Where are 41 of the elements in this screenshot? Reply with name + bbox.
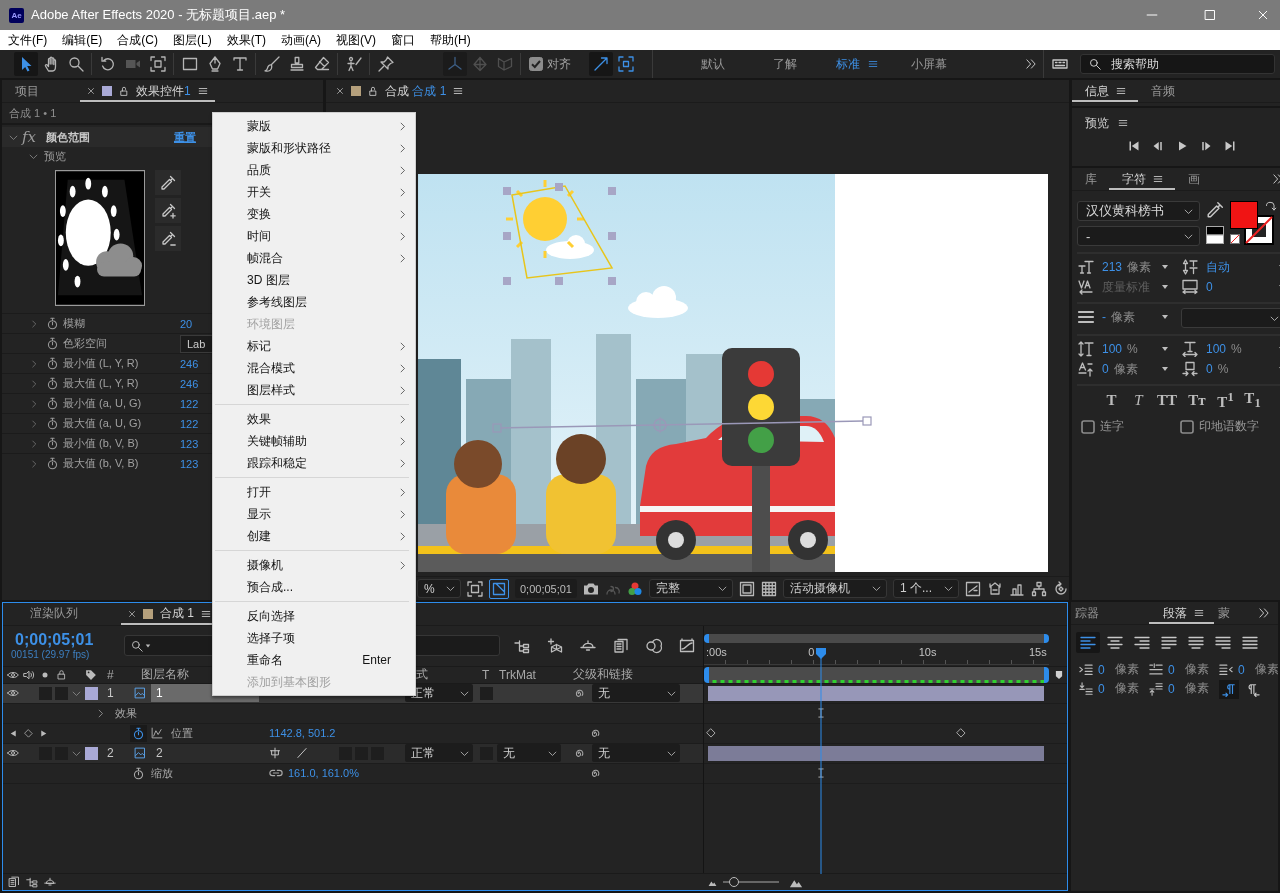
property-label: 最大值 (a, U, G): [63, 417, 142, 429]
window-title: Adobe After Effects 2020 - 无标题项目.aep *: [31, 6, 286, 24]
unit-label: 像素: [1114, 680, 1139, 697]
unit-label: %: [1127, 342, 1138, 356]
property-label: 最小值 (L, Y, R): [63, 357, 139, 369]
unit-label: 像素: [1127, 258, 1152, 276]
property-label: 最小值 (b, V, B): [63, 437, 139, 449]
column-header: 父级和链接: [572, 666, 633, 684]
time-label: 15s: [1029, 645, 1047, 658]
property-label: 最大值 (b, V, B): [63, 457, 139, 469]
layer-path-label: 合成 1 • 1: [9, 105, 57, 121]
layer-number: 2: [107, 746, 114, 761]
fx-label: fx: [22, 128, 37, 146]
unit-label: 像素: [1184, 680, 1209, 697]
property-label: 模糊: [63, 317, 85, 329]
unit-label: 像素: [1113, 360, 1138, 378]
app-logo: Ae: [9, 7, 24, 23]
frame-rate-label: 00151 (29.97 fps): [11, 649, 90, 661]
shortcut-label: Enter: [362, 653, 391, 667]
unit-label: 像素: [1111, 308, 1135, 326]
time-label: 10s: [918, 645, 937, 658]
effect-name: 颜色范围: [46, 129, 91, 145]
column-header: T: [481, 667, 490, 682]
unit-label: 像素: [1254, 661, 1278, 678]
column-header: 式: [415, 667, 428, 682]
property-label: 缩放: [151, 765, 173, 781]
unit-label: 像素: [1184, 661, 1209, 678]
preview-label: 预览: [44, 148, 66, 164]
column-header: TrkMat: [498, 667, 536, 682]
unit-label: %: [1231, 342, 1242, 356]
layer-number: 1: [107, 686, 114, 701]
property-label: 最小值 (a, U, G): [63, 397, 142, 409]
panel-title: 预览: [1085, 114, 1109, 132]
property-label: 最大值 (L, Y, R): [63, 377, 139, 389]
property-label: 位置: [171, 725, 193, 741]
unit-label: 像素: [1114, 661, 1139, 678]
column-header: #: [107, 667, 114, 682]
time-label: :00s: [706, 645, 727, 658]
time-label: 0: [808, 645, 815, 658]
property-label: 色彩空间: [63, 337, 107, 349]
unit-label: %: [1217, 362, 1229, 376]
